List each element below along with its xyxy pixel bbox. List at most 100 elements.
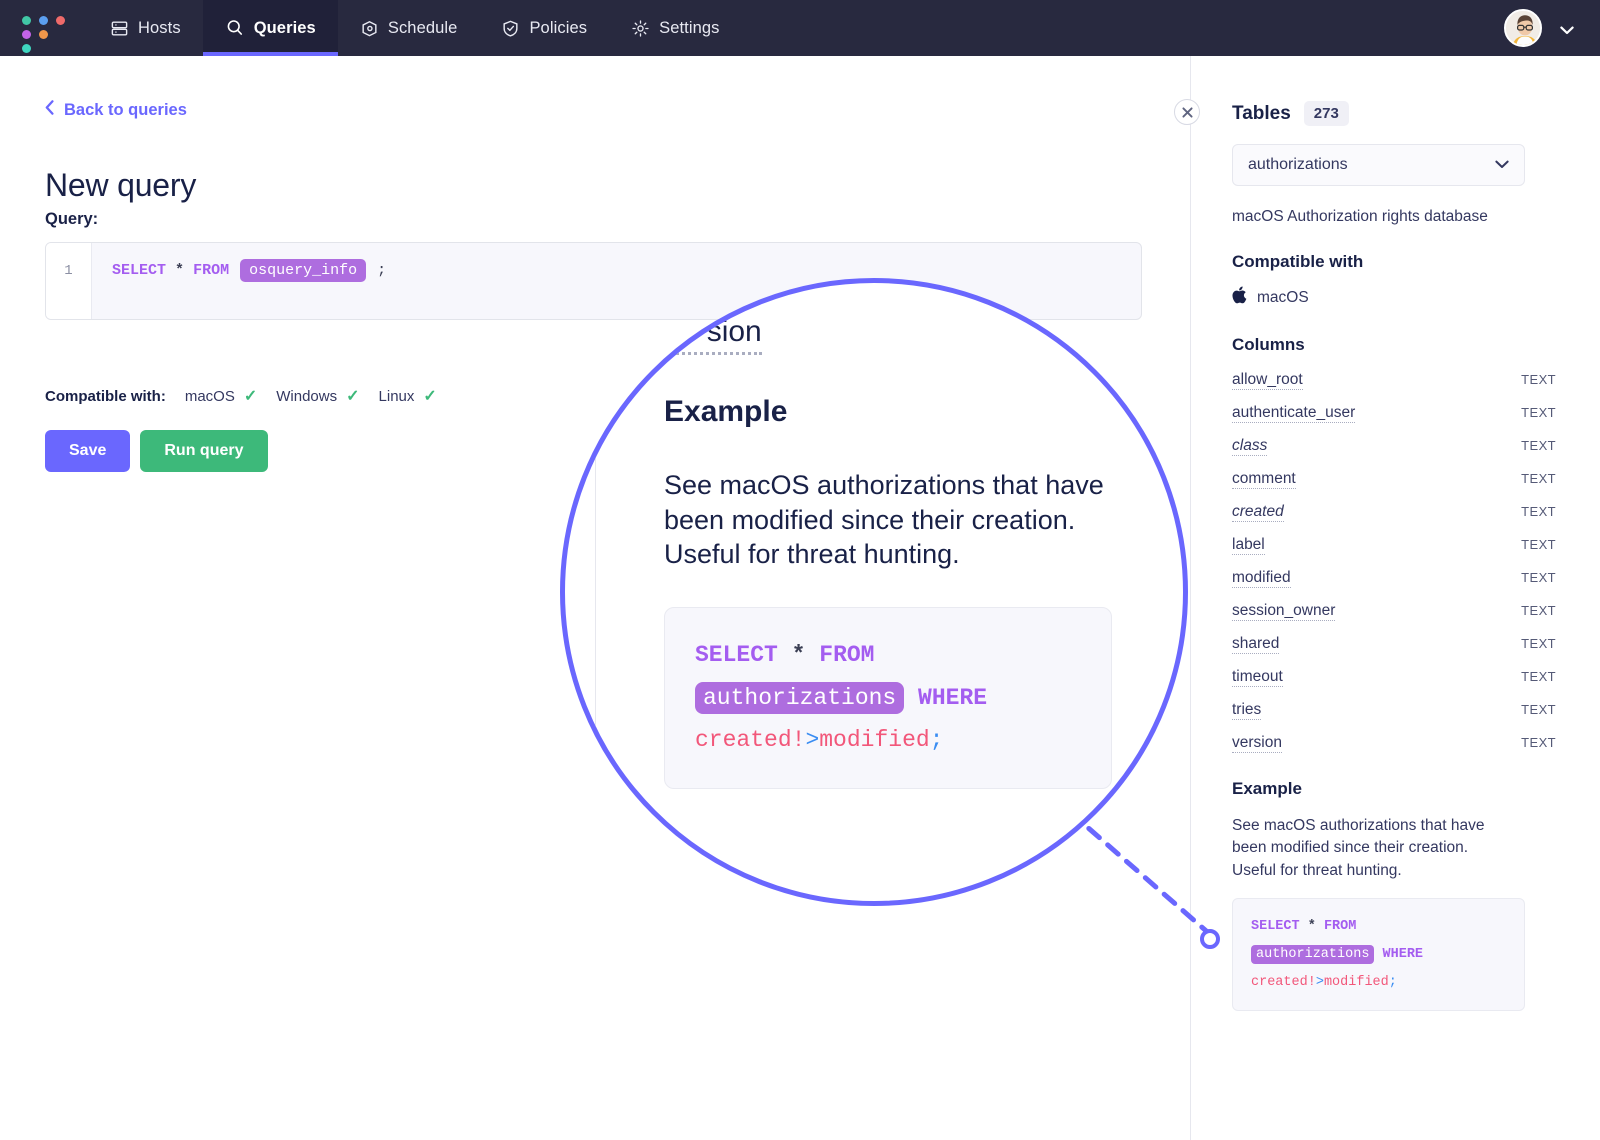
magnified-column-name: version	[665, 315, 762, 355]
table-details-sidebar: Tables 273 authorizations macOS Authoriz…	[1191, 56, 1600, 1140]
logo-dot-3	[56, 16, 65, 25]
magnified-code-line-2: authorizations WHERE	[695, 677, 1081, 720]
example-description: See macOS authorizations that have been …	[1232, 817, 1485, 879]
columns-heading: Columns	[1232, 335, 1305, 354]
column-name[interactable]: modified	[1232, 569, 1291, 588]
sql-keyword-where: WHERE	[918, 684, 988, 711]
column-row: timeout TEXT	[1232, 668, 1556, 687]
column-type: TEXT	[1521, 735, 1556, 750]
column-row: session_owner TEXT	[1232, 602, 1556, 621]
logo-dot-4	[22, 30, 31, 39]
column-type: TEXT	[1521, 636, 1556, 651]
sql-semicolon: ;	[1388, 974, 1397, 990]
column-row: label TEXT	[1232, 536, 1556, 555]
magnifier-anchor-point	[1200, 929, 1220, 949]
editor-line-number: 1	[46, 243, 92, 319]
shield-check-icon	[501, 19, 520, 38]
table-select-dropdown[interactable]: authorizations	[1232, 144, 1525, 186]
column-name[interactable]: authenticate_user	[1232, 404, 1356, 423]
magnified-code-line-1: SELECT * FROM	[695, 634, 1081, 677]
avatar[interactable]	[1504, 9, 1542, 47]
column-name[interactable]: comment	[1232, 470, 1296, 489]
run-query-button[interactable]: Run query	[140, 430, 268, 472]
example-code-line-2: authorizations WHERE	[1251, 941, 1506, 969]
compatibility-row: Compatible with: macOS ✓ Windows ✓ Linux…	[45, 386, 437, 406]
sql-gt-operator: >	[1315, 974, 1324, 990]
action-buttons: Save Run query	[45, 430, 268, 472]
column-row: authenticate_user TEXT	[1232, 404, 1556, 423]
column-type: TEXT	[1521, 405, 1556, 420]
example-heading: Example	[1232, 779, 1302, 798]
column-type: TEXT	[1521, 702, 1556, 717]
columns-list: allow_root TEXT authenticate_user TEXT c…	[1232, 371, 1556, 753]
server-icon	[110, 19, 129, 38]
fleet-logo[interactable]	[14, 0, 70, 56]
nav-item-settings[interactable]: Settings	[609, 0, 741, 56]
column-name[interactable]: created	[1232, 503, 1284, 522]
logo-dot-6	[22, 44, 31, 53]
sql-keyword-select: SELECT	[112, 262, 167, 279]
column-type: TEXT	[1521, 504, 1556, 519]
nav-item-queries[interactable]: Queries	[202, 0, 338, 56]
column-name[interactable]: tries	[1232, 701, 1262, 720]
column-name[interactable]: shared	[1232, 635, 1280, 654]
page-title: New query	[45, 167, 197, 204]
sql-table-token: osquery_info	[240, 259, 367, 282]
column-row: tries TEXT	[1232, 701, 1556, 720]
column-row: allow_root TEXT	[1232, 371, 1556, 390]
column-type: TEXT	[1521, 471, 1556, 486]
column-name[interactable]: label	[1232, 536, 1265, 555]
logo-dot-5	[39, 30, 48, 39]
back-to-queries-link[interactable]: Back to queries	[45, 100, 187, 120]
column-type: TEXT	[1521, 603, 1556, 618]
column-type: TEXT	[1521, 669, 1556, 684]
tables-title: Tables	[1232, 102, 1291, 124]
sql-bang: !	[1307, 974, 1316, 990]
chevron-down-icon[interactable]	[1560, 22, 1574, 40]
nav-label-queries: Queries	[253, 18, 316, 37]
column-row: shared TEXT	[1232, 635, 1556, 654]
check-icon-macos: ✓	[243, 388, 258, 405]
magnified-column-suffix: sion	[706, 315, 762, 348]
table-select-value: authorizations	[1248, 156, 1348, 173]
magnifier-content: version Example See macOS authorizations…	[565, 283, 1183, 901]
column-name[interactable]: timeout	[1232, 668, 1283, 687]
apple-icon	[1232, 286, 1247, 309]
check-icon-linux: ✓	[423, 388, 437, 405]
sql-table-token: authorizations	[1251, 945, 1375, 965]
sql-star: *	[1307, 919, 1316, 935]
close-panel-button[interactable]	[1174, 99, 1200, 125]
sql-semicolon: ;	[377, 262, 387, 279]
sql-left-operand: created	[1251, 974, 1308, 990]
calendar-box-icon	[360, 19, 379, 38]
gear-icon	[631, 19, 650, 38]
sql-keyword-from: FROM	[193, 262, 230, 279]
nav-item-schedule[interactable]: Schedule	[338, 0, 480, 56]
top-navigation-bar: Hosts Queries Schedule Policies Settings	[0, 0, 1600, 56]
column-name[interactable]: session_owner	[1232, 602, 1336, 621]
back-link-label: Back to queries	[64, 100, 187, 119]
save-button[interactable]: Save	[45, 430, 131, 472]
query-field-label: Query:	[45, 210, 99, 228]
nav-item-policies[interactable]: Policies	[479, 0, 609, 56]
magnified-example-description: See macOS authorizations that have been …	[664, 470, 1104, 570]
compatible-os-label: macOS	[1257, 288, 1309, 306]
compatible-with-heading: Compatible with	[1232, 252, 1364, 271]
column-name[interactable]: class	[1232, 437, 1268, 456]
sql-keyword-select: SELECT	[1251, 919, 1300, 935]
column-name[interactable]: version	[1232, 734, 1282, 753]
column-row: version TEXT	[1232, 734, 1556, 753]
logo-dot-1	[22, 16, 31, 25]
column-name[interactable]: allow_root	[1232, 371, 1303, 390]
example-code-block: SELECT * FROM authorizations WHERE creat…	[1232, 898, 1525, 1012]
column-row: created TEXT	[1232, 503, 1556, 522]
magnified-code-block: SELECT * FROM authorizations WHERE creat…	[664, 607, 1112, 789]
sql-gt-operator: >	[805, 727, 820, 754]
nav-label-settings: Settings	[659, 18, 720, 37]
magnified-code-line-3: created!>modified;	[695, 719, 1081, 762]
column-type: TEXT	[1521, 570, 1556, 585]
sql-bang: !	[791, 727, 806, 754]
logo-dot-2	[39, 16, 48, 25]
column-type: TEXT	[1521, 438, 1556, 453]
nav-item-hosts[interactable]: Hosts	[88, 0, 203, 56]
